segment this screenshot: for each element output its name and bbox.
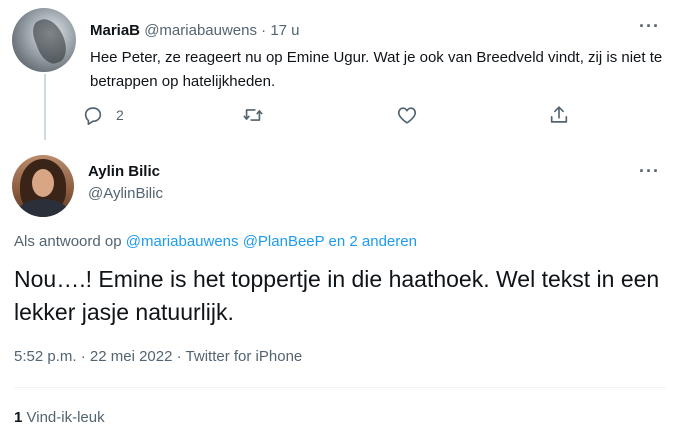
share-button[interactable] bbox=[548, 104, 570, 126]
heart-icon bbox=[397, 107, 417, 124]
reply-bubble-icon bbox=[84, 107, 102, 125]
separator-dot: · bbox=[176, 348, 182, 365]
reply-count: 2 bbox=[116, 107, 124, 123]
retweet-icon bbox=[243, 109, 263, 121]
more-horizontal-icon[interactable]: ··· bbox=[639, 161, 660, 182]
avatar[interactable] bbox=[12, 155, 74, 217]
reply-button[interactable]: 2 bbox=[82, 104, 124, 126]
tweet-time[interactable]: 5:52 p.m. bbox=[14, 348, 77, 365]
tweet-text: Hee Peter, ze reageert nu op Emine Ugur.… bbox=[90, 49, 663, 90]
replying-to-prefix: Als antwoord op bbox=[14, 233, 122, 250]
display-name[interactable]: MariaB bbox=[90, 22, 140, 39]
parent-tweet[interactable]: MariaB @mariabauwens · 17 u ··· Hee Pete… bbox=[0, 0, 680, 145]
tweet-actions: 2 bbox=[82, 104, 642, 134]
like-count: 1 bbox=[14, 409, 23, 426]
replying-to-line: Als antwoord op @mariabauwens @PlanBeeP … bbox=[14, 233, 417, 250]
tweet-header: MariaB @mariabauwens · 17 u bbox=[90, 22, 300, 39]
tweet-text: Nou….! Emine is het toppertje in die haa… bbox=[14, 266, 660, 325]
display-name[interactable]: Aylin Bilic bbox=[88, 163, 160, 180]
tweet-date[interactable]: 22 mei 2022 bbox=[90, 348, 173, 365]
retweet-button[interactable] bbox=[242, 104, 264, 126]
timestamp[interactable]: 17 u bbox=[270, 22, 299, 39]
tweet-meta: 5:52 p.m. · 22 mei 2022 · Twitter for iP… bbox=[14, 348, 302, 365]
separator-dot: · bbox=[261, 22, 267, 39]
like-button[interactable] bbox=[396, 104, 418, 126]
replying-to-users-link[interactable]: @mariabauwens @PlanBeeP bbox=[126, 233, 325, 250]
divider bbox=[14, 387, 666, 388]
like-label: Vind-ik-leuk bbox=[26, 409, 105, 426]
user-handle[interactable]: @AylinBilic bbox=[88, 185, 163, 202]
tweet-source[interactable]: Twitter for iPhone bbox=[186, 348, 303, 365]
more-horizontal-icon[interactable]: ··· bbox=[639, 16, 660, 37]
likes-count-link[interactable]: 1 Vind-ik-leuk bbox=[14, 409, 105, 426]
separator-dot: · bbox=[80, 348, 86, 365]
share-icon bbox=[550, 106, 568, 123]
replying-to-others-link[interactable]: en 2 anderen bbox=[329, 233, 417, 250]
avatar[interactable] bbox=[12, 8, 76, 72]
thread-connector-line bbox=[44, 74, 46, 140]
focused-tweet: Aylin Bilic @AylinBilic ··· Als antwoord… bbox=[0, 145, 680, 448]
user-handle[interactable]: @mariabauwens bbox=[144, 22, 257, 39]
